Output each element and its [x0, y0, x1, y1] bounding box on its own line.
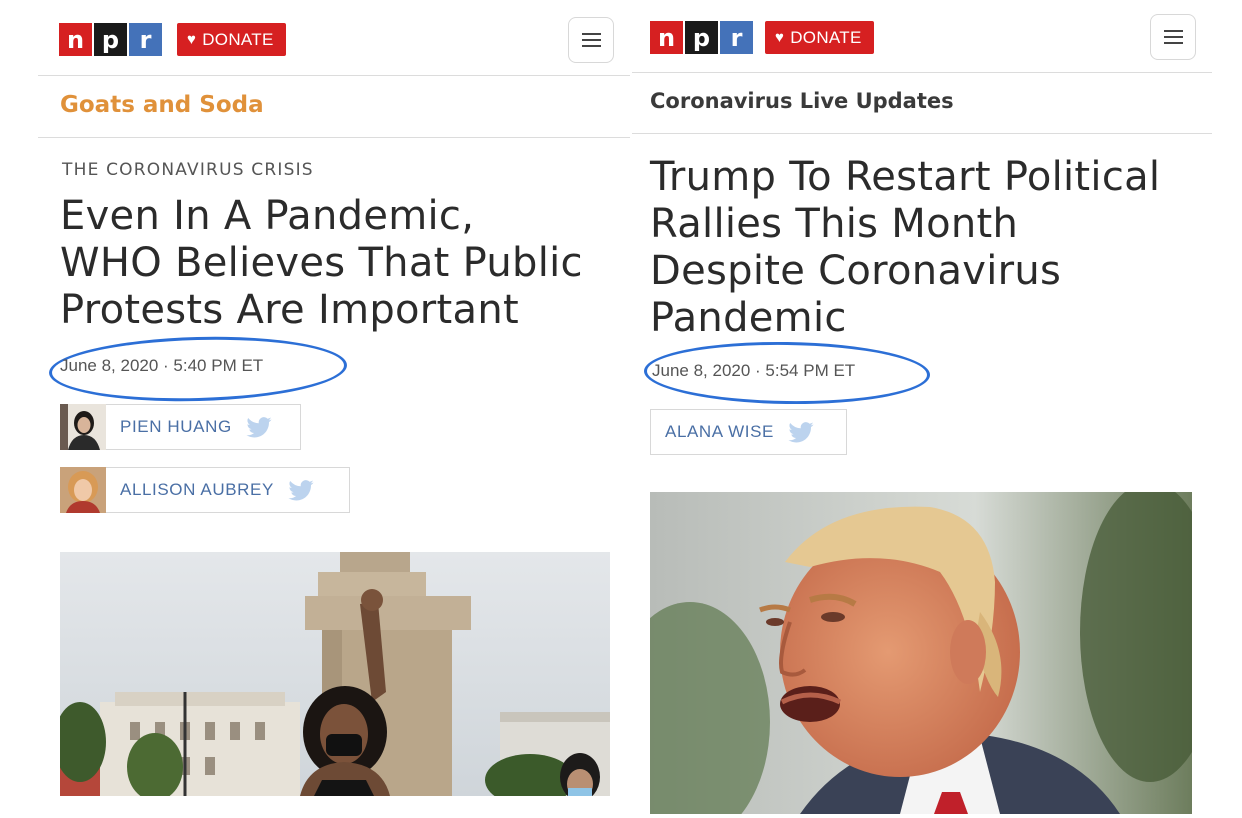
logo-letter-n: n: [59, 23, 92, 56]
header-divider: [38, 75, 630, 76]
author-byline[interactable]: ALLISON AUBREY: [60, 466, 350, 513]
story-headline: Trump To Restart Political Rallies This …: [650, 154, 1160, 342]
headline-line: Trump To Restart Political: [650, 154, 1161, 200]
twitter-icon[interactable]: [288, 479, 330, 501]
story-date: June 8, 2020 · 5:40 PM ET: [60, 356, 264, 375]
author-name[interactable]: PIEN HUANG: [106, 417, 246, 437]
headline-line: Pandemic: [650, 295, 847, 341]
headline-line: Despite Coronavirus: [650, 248, 1062, 294]
logo-letter-p: p: [94, 23, 127, 56]
logo-letter-p: p: [685, 21, 718, 54]
headline-line: Even In A Pandemic,: [60, 193, 475, 239]
section-divider: [38, 137, 630, 138]
hamburger-menu-icon[interactable]: [1150, 14, 1196, 60]
section-title[interactable]: Coronavirus Live Updates: [650, 89, 954, 113]
logo-letter-r: r: [129, 23, 162, 56]
headline-line: Protests Are Important: [60, 287, 519, 333]
avatar: [60, 466, 106, 513]
author-name[interactable]: ALANA WISE: [651, 422, 788, 442]
author-byline[interactable]: ALANA WISE: [650, 409, 847, 455]
right-article-panel: n p r ♥ DONATE Coronavirus Live Updates …: [632, 0, 1212, 818]
donate-label: DONATE: [790, 27, 862, 47]
donate-button[interactable]: ♥ DONATE: [177, 23, 286, 56]
story-headline: Even In A Pandemic, WHO Believes That Pu…: [60, 193, 583, 334]
header-divider: [632, 72, 1212, 73]
npr-logo[interactable]: n p r: [650, 21, 753, 54]
section-title[interactable]: Goats and Soda: [60, 92, 264, 118]
donate-button[interactable]: ♥ DONATE: [765, 21, 874, 54]
heart-icon: ♥: [187, 31, 197, 48]
story-date: June 8, 2020 · 5:54 PM ET: [652, 361, 856, 380]
twitter-icon[interactable]: [246, 416, 288, 438]
section-divider: [632, 133, 1212, 134]
story-eyebrow[interactable]: THE CORONAVIRUS CRISIS: [62, 160, 314, 180]
headline-line: WHO Believes That Public: [60, 240, 583, 286]
logo-letter-r: r: [720, 21, 753, 54]
npr-logo[interactable]: n p r: [59, 23, 162, 56]
author-name[interactable]: ALLISON AUBREY: [106, 480, 288, 500]
protest-photo[interactable]: [60, 552, 610, 796]
hamburger-menu-icon[interactable]: [568, 17, 614, 63]
avatar: [60, 403, 106, 450]
heart-icon: ♥: [775, 29, 785, 46]
left-article-panel: n p r ♥ DONATE Goats and Soda THE CORONA…: [38, 0, 630, 818]
donate-label: DONATE: [202, 29, 274, 49]
author-byline[interactable]: PIEN HUANG: [60, 403, 301, 450]
headline-line: Rallies This Month: [650, 201, 1019, 247]
trump-photo[interactable]: [650, 492, 1192, 814]
logo-letter-n: n: [650, 21, 683, 54]
twitter-icon[interactable]: [788, 421, 830, 443]
